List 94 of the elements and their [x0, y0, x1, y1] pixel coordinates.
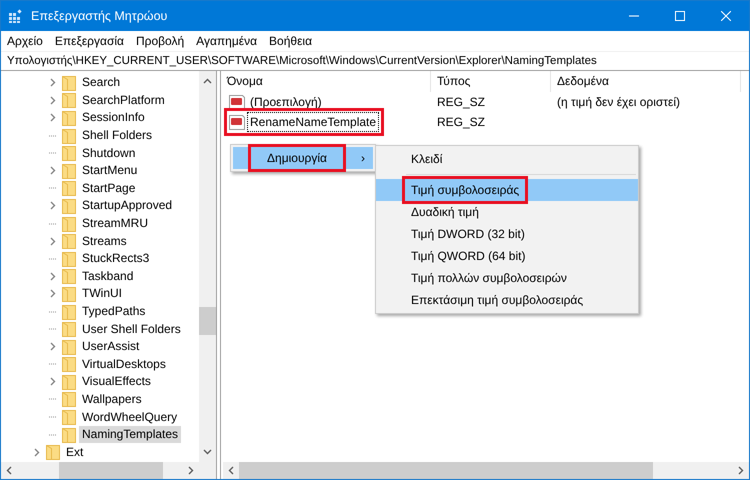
string-value-icon — [229, 114, 245, 130]
menu-entry[interactable]: Τιμή DWORD (32 bit) — [376, 223, 638, 245]
menu-label: Επεκτάσιμη τιμή συμβολοσειράς — [410, 292, 584, 309]
menu-item[interactable]: Βοήθεια — [263, 31, 318, 51]
value-data: (η τιμή δεν έχει οριστεί) — [556, 94, 680, 111]
submenu-arrow: › — [361, 150, 365, 167]
column-header[interactable]: Δεδομένα — [551, 71, 741, 92]
folder-icon — [62, 162, 76, 179]
value-name[interactable]: (Προεπιλογή) — [247, 93, 325, 111]
menu-label: Τιμή συμβολοσειράς — [405, 179, 526, 201]
tree-item[interactable]: Search — [79, 74, 124, 92]
tree-item[interactable]: Taskband — [79, 268, 136, 285]
folder-icon — [62, 128, 76, 144]
tree-item[interactable]: StartupApproved — [79, 197, 176, 214]
folder-icon — [62, 321, 76, 338]
menu-entry[interactable]: Δυαδική τιμή — [376, 201, 638, 223]
registry-icon — [9, 9, 23, 23]
scroll-down-icon[interactable] — [203, 449, 212, 455]
folder-icon — [62, 216, 76, 232]
tree-item[interactable]: VisualEffects — [79, 373, 154, 390]
folder-icon — [62, 233, 76, 250]
folder-icon — [62, 268, 76, 284]
tree-item[interactable]: VirtualDesktops — [79, 356, 169, 373]
menu-entry[interactable]: Κλειδί — [376, 148, 638, 170]
menu-label: Τιμή QWORD (64 bit) — [410, 248, 526, 265]
folder-icon — [62, 356, 76, 372]
scroll-right-icon[interactable] — [188, 466, 194, 475]
scroll-up-icon[interactable] — [203, 78, 212, 84]
window-title: Επεξεργαστής Μητρώου — [31, 8, 168, 25]
column-header[interactable]: Όνομα — [221, 71, 431, 92]
tree-item[interactable]: StreamMRU — [79, 215, 152, 232]
maximize-icon — [675, 11, 685, 21]
value-type: REG_SZ — [436, 94, 486, 111]
menu-label: Δημιουργία — [251, 147, 343, 169]
menu-label: Τιμή DWORD (32 bit) — [410, 226, 526, 243]
folder-icon — [62, 391, 76, 408]
vertical-scrollbar[interactable] — [199, 71, 216, 462]
menu-item[interactable]: Επεξεργασία — [48, 31, 130, 51]
scroll-left-icon[interactable] — [6, 466, 12, 475]
folder-icon — [62, 304, 76, 320]
folder-icon — [62, 426, 76, 443]
tree-item[interactable]: SessionInfo — [79, 109, 148, 126]
menu-item[interactable]: Αγαπημένα — [190, 31, 264, 51]
tree-item[interactable]: SearchPlatform — [79, 92, 168, 109]
folder-icon — [62, 374, 76, 390]
tree-item[interactable]: TypedPaths — [79, 303, 148, 320]
folder-icon — [62, 110, 76, 126]
tree-item[interactable]: StuckRects3 — [79, 250, 152, 268]
folder-icon — [62, 409, 76, 426]
folder-icon — [46, 444, 60, 460]
scrollbar-thumb[interactable] — [59, 462, 163, 479]
scrollbar-thumb[interactable] — [239, 462, 653, 479]
tree-item[interactable]: NamingTemplates — [79, 426, 182, 444]
tree-item[interactable]: StartPage — [79, 180, 138, 197]
tree-item[interactable]: Shell Folders — [79, 127, 156, 144]
folder-icon — [62, 198, 76, 214]
menu-item[interactable]: Αρχείο — [1, 31, 49, 51]
tree-item[interactable]: Wallpapers — [79, 390, 145, 408]
pane-splitter[interactable] — [217, 71, 221, 479]
folder-icon — [62, 74, 76, 91]
value-name[interactable]: RenameNameTemplate — [247, 112, 380, 132]
tree-item[interactable]: WordWheelQuery — [79, 408, 180, 426]
horizontal-scrollbar[interactable] — [1, 462, 216, 479]
scroll-left-icon[interactable] — [228, 466, 234, 475]
folder-icon — [62, 180, 76, 196]
menu-label: Κλειδί — [410, 151, 444, 168]
close-icon — [721, 11, 731, 21]
folder-icon — [62, 286, 76, 302]
scrollbar-thumb[interactable] — [199, 307, 216, 335]
menu-entry[interactable]: Επεκτάσιμη τιμή συμβολοσειράς — [376, 289, 638, 311]
folder-icon — [62, 92, 76, 108]
tree-item[interactable]: Streams — [79, 232, 130, 250]
column-header[interactable]: Τύπος — [431, 71, 551, 92]
tree-item[interactable]: User Shell Folders — [79, 320, 184, 338]
menu-item[interactable]: Προβολή — [130, 31, 190, 51]
menu-label: Δυαδική τιμή — [410, 204, 480, 221]
horizontal-scrollbar[interactable] — [223, 462, 749, 479]
menu-entry[interactable]: Δημιουργία › — [233, 147, 373, 169]
menu-entry[interactable]: Τιμή πολλών συμβολοσειρών — [376, 267, 638, 289]
scroll-right-icon[interactable] — [738, 466, 744, 475]
menu-entry[interactable]: Τιμή QWORD (64 bit) — [376, 245, 638, 267]
menu-entry[interactable]: Τιμή συμβολοσειράς — [376, 179, 638, 201]
menu-label: Τιμή πολλών συμβολοσειρών — [410, 270, 568, 287]
tree-item[interactable]: Shutdown — [79, 144, 138, 162]
address-bar[interactable]: Υπολογιστής\HKEY_CURRENT_USER\SOFTWARE\Microsoft\Windows\CurrentVersion\Explorer\NamingTemplates — [1, 51, 749, 71]
string-value-icon — [229, 94, 245, 110]
value-type: REG_SZ — [436, 114, 486, 131]
folder-icon — [62, 145, 76, 162]
tree-item[interactable]: UserAssist — [79, 338, 142, 356]
tree-item[interactable]: StartMenu — [79, 162, 140, 180]
tree-item[interactable]: Ext — [63, 444, 86, 461]
folder-icon — [62, 338, 76, 355]
folder-icon — [62, 250, 76, 267]
tree-item[interactable]: TWinUI — [79, 285, 125, 302]
